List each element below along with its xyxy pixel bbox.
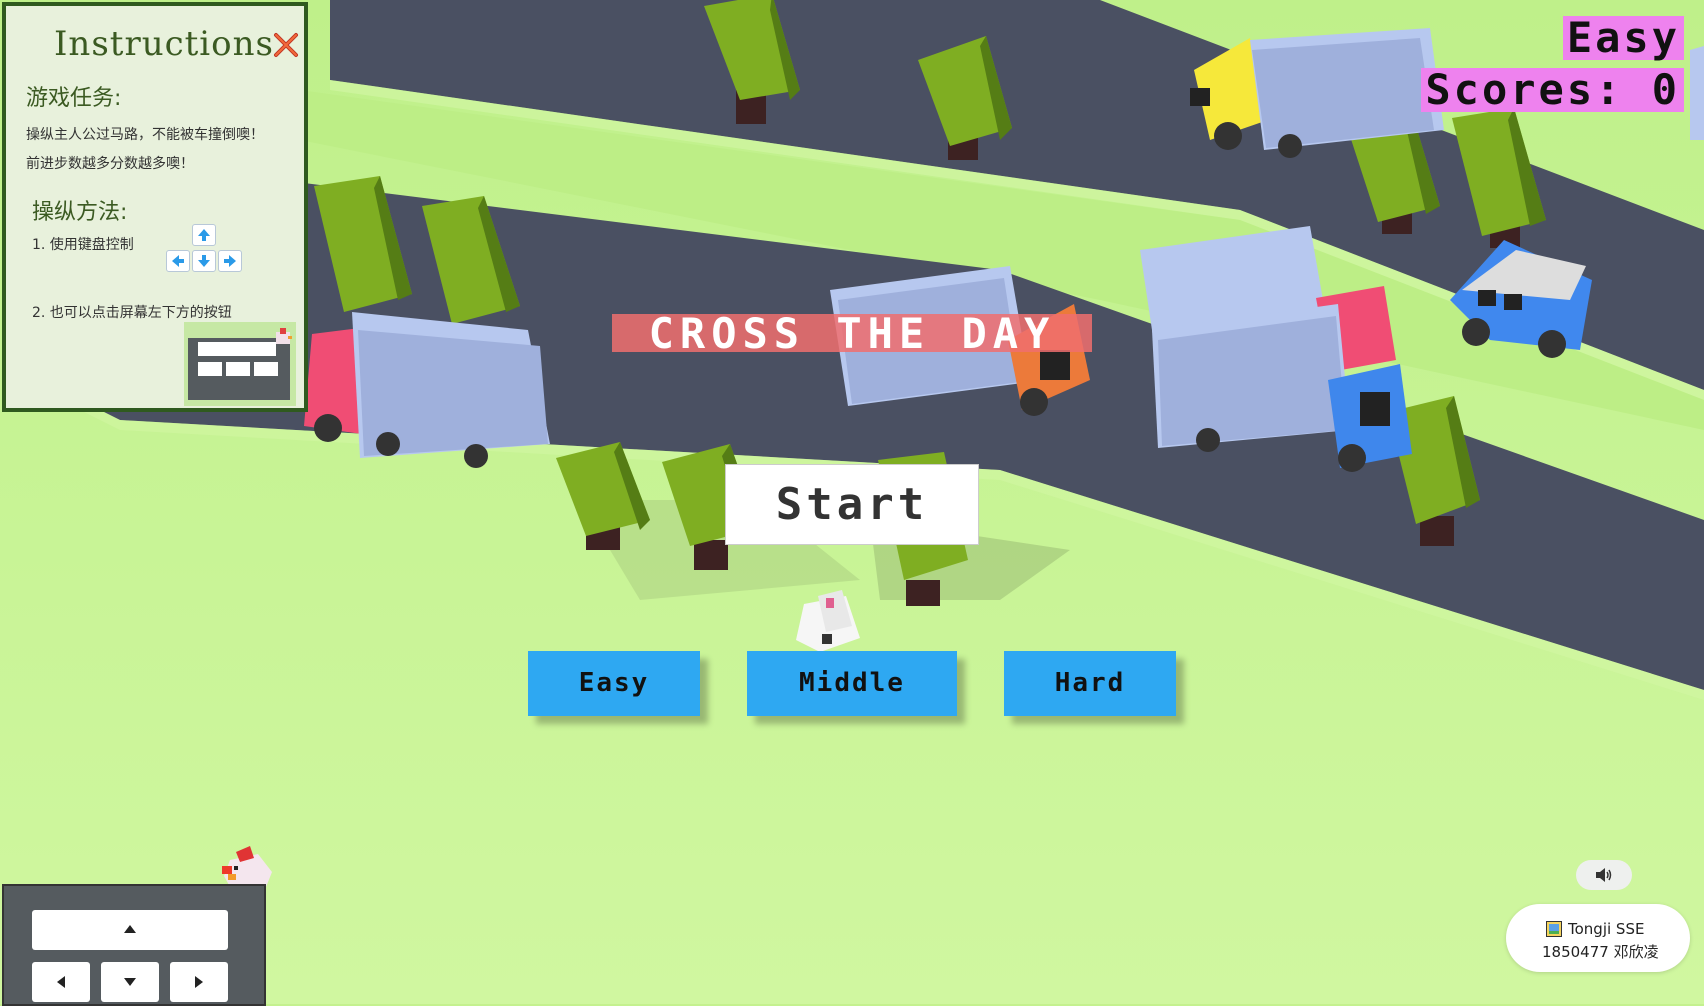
close-icon[interactable] [271,30,301,60]
badge-author: 1850477 邓欣凌 [1542,943,1659,961]
start-button[interactable]: Start [725,464,979,545]
instructions-title: Instructions [54,24,274,64]
arrow-left-icon [57,976,65,988]
author-badge: Tongji SSE 1850477 邓欣凌 [1506,904,1690,972]
arrow-right-icon [218,250,242,272]
sound-toggle-button[interactable] [1576,860,1632,890]
arrow-up-icon [124,925,136,933]
task-heading: 游戏任务: [26,86,122,111]
move-down-button[interactable] [101,962,159,1002]
arrow-right-icon [195,976,203,988]
onscreen-controls [2,884,266,1006]
difficulty-display: Easy [1562,16,1684,60]
arrow-left-icon [166,250,190,272]
arrow-down-icon [124,978,136,986]
instructions-panel: Instructions 游戏任务: 操纵主人公过马路，不能被车撞倒噢！ 前进步… [2,2,308,412]
game-title: CROSS THE DAY [612,313,1092,355]
move-left-button[interactable] [32,962,90,1002]
arrow-up-icon [192,224,216,246]
control-item-keyboard: 1. 使用键盘控制 [32,237,134,253]
easy-button[interactable]: Easy [528,651,700,716]
control-item-buttons: 2. 也可以点击屏幕左下方的按钮 [32,305,232,321]
control-preview-image [184,322,296,406]
controls-heading: 操纵方法: [32,200,128,225]
score-display: Scores: 0 [1421,68,1684,112]
move-up-button[interactable] [32,910,228,950]
middle-button[interactable]: Middle [747,651,957,716]
hard-button[interactable]: Hard [1004,651,1176,716]
task-line-2: 前进步数越多分数越多噢！ [26,156,194,172]
speaker-icon [1596,868,1612,882]
score-value: 0 [1651,65,1680,114]
score-label: Scores: [1425,65,1624,114]
task-line-1: 操纵主人公过马路，不能被车撞倒噢！ [26,127,264,143]
badge-school: Tongji SSE [1568,920,1645,938]
move-right-button[interactable] [170,962,228,1002]
arrow-down-icon [192,250,216,272]
picture-icon [1546,921,1562,937]
